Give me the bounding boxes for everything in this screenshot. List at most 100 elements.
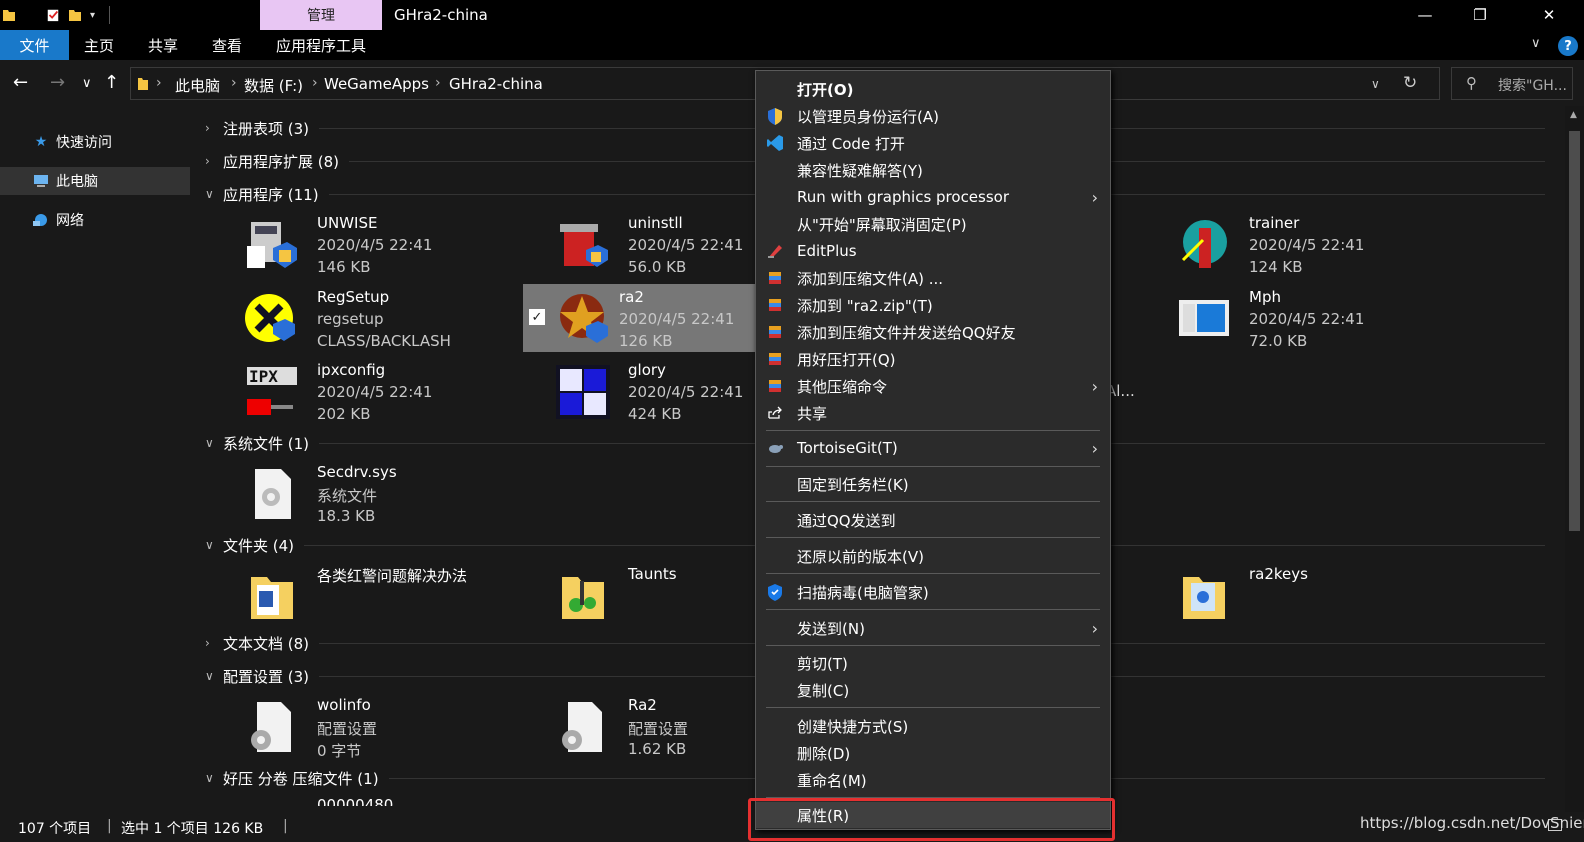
nav-quick-access[interactable]: ★ 快速访问 [0, 128, 190, 156]
menu-share[interactable]: 共享 [756, 400, 1110, 426]
back-arrow-icon[interactable]: ← [13, 72, 28, 93]
folder-icon[interactable] [2, 7, 16, 23]
maximize-button[interactable]: ❐ [1457, 0, 1503, 30]
menu-editplus[interactable]: EditPlus [756, 238, 1110, 264]
breadcrumb-wegameapps[interactable]: WeGameApps [324, 75, 429, 93]
recent-chevron-icon[interactable]: ∨ [82, 76, 92, 91]
search-placeholder: 搜索"GH... [1498, 78, 1567, 94]
file-name: RegSetup [317, 288, 390, 306]
file-size: 202 KB [317, 405, 371, 423]
editplus-icon [766, 242, 784, 260]
haozip-icon [766, 269, 784, 287]
group-applications-label: 应用程序 (11) [223, 185, 319, 204]
breadcrumb-separator-icon[interactable]: › [231, 75, 237, 91]
menu-run-as-admin[interactable]: 以管理员身份运行(A) [756, 103, 1110, 129]
new-folder-icon[interactable] [68, 7, 82, 23]
breadcrumb-separator-icon[interactable]: › [435, 75, 441, 91]
vertical-scrollbar[interactable]: ▲ [1565, 106, 1584, 812]
scrollbar-thumb[interactable] [1569, 131, 1580, 531]
minimize-button[interactable]: — [1402, 0, 1448, 30]
menu-run-with-gpu[interactable]: Run with graphics processor › [756, 184, 1110, 210]
file-name: Ra2 [628, 696, 657, 714]
chevron-down-icon: ∨ [205, 538, 214, 552]
menu-tortoisegit[interactable]: TortoiseGit(T) › [756, 435, 1110, 461]
menu-other-compress[interactable]: 其他压缩命令 › [756, 373, 1110, 399]
nav-network[interactable]: 网络 [0, 206, 190, 234]
menu-label: 删除(D) [797, 744, 851, 763]
menu-add-archive[interactable]: 添加到压缩文件(A) ... [756, 265, 1110, 291]
folder-ra2keys[interactable]: ra2keys [1161, 561, 1387, 629]
breadcrumb-ghra2-china[interactable]: GHra2-china [449, 75, 543, 93]
menu-rename[interactable]: 重命名(M) [756, 767, 1110, 793]
refresh-icon[interactable]: ↻ [1403, 73, 1417, 93]
tab-view[interactable]: 查看 [202, 30, 252, 60]
file-uninstll[interactable]: uninstll 2020/4/5 22:41 56.0 KB [540, 210, 766, 278]
file-name-cut[interactable]: 00000480 [317, 798, 393, 806]
nav-this-pc[interactable]: 此电脑 [0, 167, 190, 195]
menu-separator [766, 466, 1100, 467]
file-type: 系统文件 [317, 487, 378, 505]
breadcrumb-separator-icon[interactable]: › [156, 75, 162, 91]
help-button[interactable]: ? [1558, 36, 1578, 56]
vscode-icon [766, 134, 784, 152]
breadcrumb-separator-icon[interactable]: › [312, 75, 318, 91]
file-ra2-config[interactable]: Ra2 配置设置 1.62 KB [540, 692, 766, 760]
tab-file[interactable]: 文件 [0, 30, 69, 60]
file-date: 2020/4/5 22:41 [619, 310, 735, 328]
chevron-right-icon: › [205, 154, 210, 168]
file-size: 56.0 KB [628, 258, 687, 276]
file-ra2-selected[interactable]: ✓ ra2 2020/4/5 22:41 126 KB [523, 284, 765, 352]
share-icon [766, 404, 784, 422]
tab-share[interactable]: 共享 [138, 30, 188, 60]
menu-compat-troubleshoot[interactable]: 兼容性疑难解答(Y) [756, 157, 1110, 183]
menu-send-to[interactable]: 发送到(N) › [756, 615, 1110, 641]
menu-label: 固定到任务栏(K) [797, 475, 909, 494]
menu-open[interactable]: 打开(O) [756, 76, 1110, 102]
file-ipxconfig[interactable]: IPX ipxconfig 2020/4/5 22:41 202 KB [229, 357, 455, 425]
manage-context-tab[interactable]: 管理 [260, 0, 382, 30]
file-mph[interactable]: Mph 2020/4/5 22:41 72.0 KB [1161, 284, 1387, 352]
file-secdrv[interactable]: Secdrv.sys 系统文件 18.3 KB [229, 459, 455, 527]
menu-pin-taskbar[interactable]: 固定到任务栏(K) [756, 471, 1110, 497]
scroll-up-icon[interactable]: ▲ [1570, 110, 1577, 120]
address-dropdown-icon[interactable]: ∨ [1371, 77, 1380, 91]
menu-add-to-zip[interactable]: 添加到 "ra2.zip"(T) [756, 292, 1110, 318]
ribbon-expand-icon[interactable]: ∨ [1531, 36, 1541, 51]
folder-icon [251, 577, 293, 619]
menu-create-shortcut[interactable]: 创建快捷方式(S) [756, 713, 1110, 739]
submenu-arrow-icon: › [1091, 376, 1098, 396]
properties-icon[interactable] [46, 7, 60, 23]
menu-delete[interactable]: 删除(D) [756, 740, 1110, 766]
menu-scan-virus[interactable]: 扫描病毒(电脑管家) [756, 579, 1110, 605]
menu-open-with-code[interactable]: 通过 Code 打开 [756, 130, 1110, 156]
breadcrumb-this-pc[interactable]: 此电脑 [175, 75, 220, 96]
up-arrow-icon[interactable]: ↑ [104, 72, 119, 93]
close-button[interactable]: ✕ [1526, 0, 1572, 30]
file-regsetup[interactable]: RegSetup regsetup CLASS/BACKLASH [229, 284, 455, 352]
menu-cut[interactable]: 剪切(T) [756, 650, 1110, 676]
file-trainer[interactable]: trainer 2020/4/5 22:41 124 KB [1161, 210, 1387, 278]
file-wolinfo[interactable]: wolinfo 配置设置 0 字节 [229, 692, 455, 760]
qat-dropdown-icon[interactable]: ▾ [90, 10, 95, 21]
menu-add-send-qq[interactable]: 添加到压缩文件并发送给QQ好友 [756, 319, 1110, 345]
folder-taunts[interactable]: Taunts [540, 561, 766, 629]
menu-copy[interactable]: 复制(C) [756, 677, 1110, 703]
breadcrumb-drive[interactable]: 数据 (F:) [244, 75, 303, 96]
menu-label: 还原以前的版本(V) [797, 547, 924, 566]
submenu-arrow-icon: › [1091, 438, 1098, 458]
star-icon: ★ [34, 134, 48, 150]
menu-open-haozip[interactable]: 用好压打开(Q) [756, 346, 1110, 372]
selection-checkbox[interactable]: ✓ [529, 309, 545, 325]
forward-arrow-icon[interactable]: → [50, 72, 65, 93]
tab-app-tools[interactable]: 应用程序工具 [260, 30, 382, 60]
folder-hongjing[interactable]: 各类红警问题解决办法 [229, 561, 467, 629]
menu-restore-versions[interactable]: 还原以前的版本(V) [756, 543, 1110, 569]
tab-home[interactable]: 主页 [74, 30, 124, 60]
file-unwise[interactable]: UNWISE 2020/4/5 22:41 146 KB [229, 210, 455, 278]
file-glory[interactable]: glory 2020/4/5 22:41 424 KB [540, 357, 766, 425]
file-type: 配置设置 [317, 720, 378, 738]
menu-label: 添加到 "ra2.zip"(T) [797, 296, 933, 315]
menu-send-via-qq[interactable]: 通过QQ发送到 [756, 507, 1110, 533]
menu-unpin-start[interactable]: 从"开始"屏幕取消固定(P) [756, 211, 1110, 237]
search-box[interactable]: ⚲ 搜索"GH... [1451, 67, 1573, 100]
